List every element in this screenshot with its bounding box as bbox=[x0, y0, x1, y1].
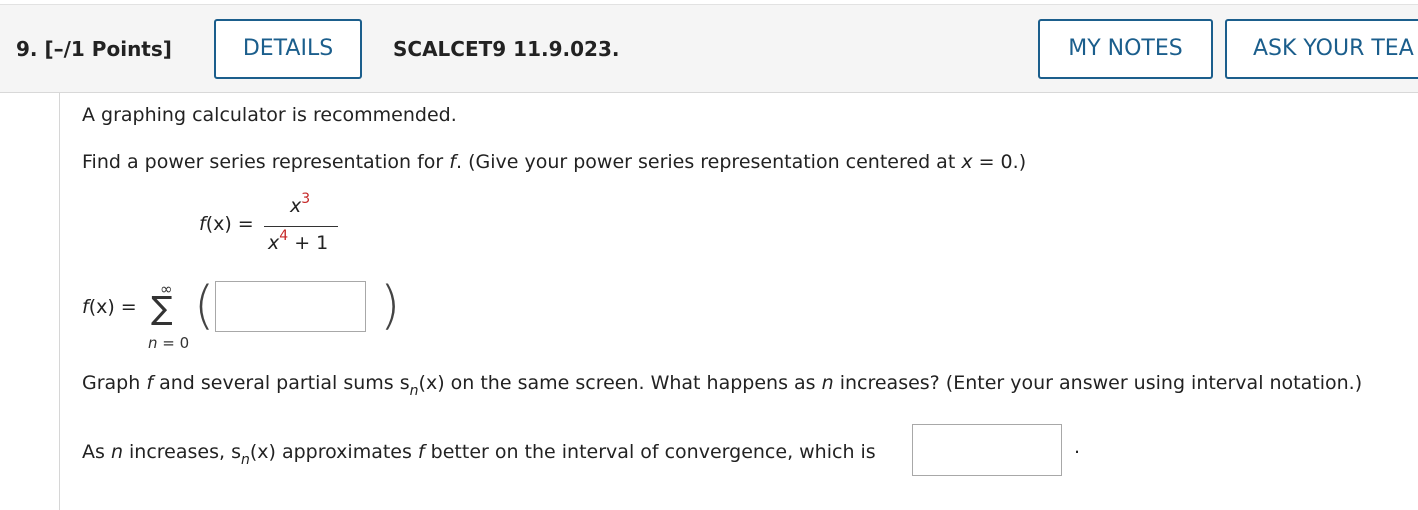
series-lhs-f: f bbox=[82, 296, 89, 318]
trailing-period: . bbox=[1074, 436, 1081, 458]
instruction-part2: . (Give your power series representation… bbox=[455, 151, 962, 173]
series-lhs-rest: (x) = bbox=[88, 296, 137, 318]
instruction-text: Find a power series representation for f… bbox=[82, 151, 1026, 173]
conv-part4: better on the interval of convergence, w… bbox=[424, 441, 876, 463]
details-button[interactable]: DETAILS bbox=[214, 19, 362, 79]
ask-teacher-button[interactable]: ASK YOUR TEA bbox=[1225, 19, 1418, 79]
question-title: 9. [–/1 Points] bbox=[16, 37, 172, 61]
numerator-exponent: 3 bbox=[301, 191, 311, 207]
left-divider bbox=[59, 93, 60, 510]
graph-sub-n: n bbox=[409, 383, 419, 399]
conv-f: f bbox=[417, 441, 425, 463]
instruction-f: f bbox=[449, 151, 456, 173]
graph-part2: and several partial sums s bbox=[153, 372, 410, 394]
denominator-base: x bbox=[268, 232, 280, 254]
series-lhs: f(x) = bbox=[82, 296, 137, 318]
fraction-bar bbox=[264, 226, 338, 227]
index-variable: n bbox=[148, 334, 158, 352]
graph-n: n bbox=[821, 372, 834, 394]
graph-part1: Graph bbox=[82, 372, 147, 394]
conv-n: n bbox=[110, 441, 123, 463]
problem-code: SCALCET9 11.9.023. bbox=[393, 37, 620, 61]
graph-question: Graph f and several partial sums sn(x) o… bbox=[82, 372, 1363, 399]
denominator-rest: + 1 bbox=[288, 232, 329, 254]
question-number: 9. bbox=[16, 37, 38, 61]
series-lower-limit: n = 0 bbox=[148, 334, 189, 352]
graph-part3: (x) on the same screen. What happens as bbox=[418, 372, 822, 394]
function-numerator: x3 bbox=[290, 191, 310, 217]
instruction-part3: = 0.) bbox=[972, 151, 1027, 173]
interval-input[interactable] bbox=[912, 424, 1062, 476]
graph-part4: increases? (Enter your answer using inte… bbox=[833, 372, 1363, 394]
denominator-exponent: 4 bbox=[279, 228, 289, 244]
points-label: [–/1 Points] bbox=[44, 37, 172, 61]
conv-part2: increases, s bbox=[122, 441, 241, 463]
right-paren: ) bbox=[380, 276, 401, 336]
function-denominator: x4 + 1 bbox=[268, 228, 329, 254]
my-notes-button[interactable]: MY NOTES bbox=[1038, 19, 1213, 79]
index-start: = 0 bbox=[157, 334, 190, 352]
function-lhs-rest: (x) = bbox=[205, 213, 254, 235]
conv-sub-n: n bbox=[240, 452, 250, 468]
question-header: 9. [–/1 Points] DETAILS SCALCET9 11.9.02… bbox=[0, 4, 1418, 93]
function-lhs: f(x) = bbox=[199, 213, 254, 235]
function-lhs-f: f bbox=[199, 213, 206, 235]
numerator-base: x bbox=[290, 195, 302, 217]
convergence-text: As n increases, sn(x) approximates f bet… bbox=[82, 441, 876, 468]
conv-part1: As bbox=[82, 441, 111, 463]
left-paren: ( bbox=[194, 276, 215, 336]
sigma-icon: ∑ bbox=[151, 289, 173, 327]
instruction-part1: Find a power series representation for bbox=[82, 151, 450, 173]
calculator-note: A graphing calculator is recommended. bbox=[82, 104, 457, 126]
question-page: 9. [–/1 Points] DETAILS SCALCET9 11.9.02… bbox=[0, 0, 1418, 510]
series-term-input[interactable] bbox=[215, 281, 366, 332]
conv-part3: (x) approximates bbox=[249, 441, 418, 463]
instruction-x: x bbox=[961, 151, 973, 173]
